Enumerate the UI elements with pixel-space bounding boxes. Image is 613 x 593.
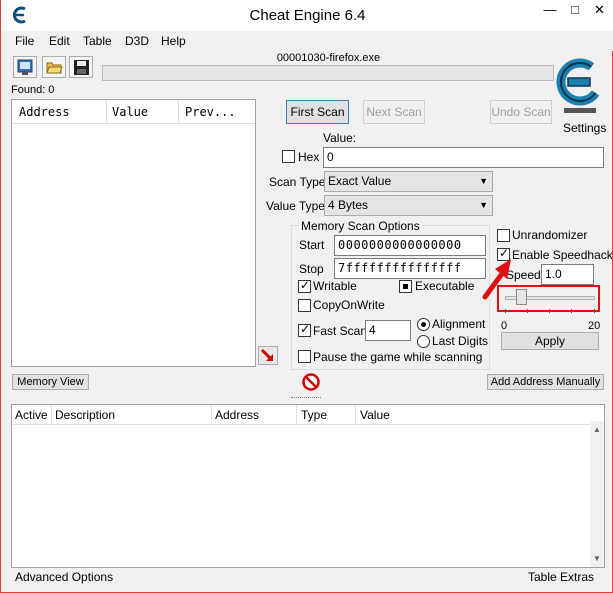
column-value[interactable]: Value [112,105,148,119]
value-label: Value: [323,131,357,145]
hex-label: Hex [298,150,320,164]
main-window: Cheat Engine 6.4 — □ ✕ File Edit Table D… [0,0,613,593]
last-digits-label: Last Digits [432,334,489,348]
annotation-arrow-icon [482,259,511,300]
save-icon [74,60,89,75]
pause-game-label: Pause the game while scanning [313,350,483,364]
settings-logo-icon[interactable] [556,52,604,120]
executable-checkbox[interactable] [399,280,412,293]
value-type-label: Value Type [266,199,325,213]
writable-checkbox[interactable] [298,278,311,293]
title-bar[interactable]: Cheat Engine 6.4 — □ ✕ [1,0,613,31]
column-type[interactable]: Type [301,408,327,422]
status-bar: Advanced Options Table Extras [11,568,605,586]
undo-scan-button[interactable]: Undo Scan [490,100,552,124]
close-button[interactable]: ✕ [585,0,613,22]
unrandomizer-label: Unrandomizer [512,228,588,242]
memory-view-button[interactable]: Memory View [12,374,89,390]
add-address-manually-button[interactable]: Add Address Manually [487,374,604,390]
indeterminate-mark [403,284,408,289]
fast-scan-checkbox[interactable] [298,322,311,337]
start-label: Start [299,238,325,252]
minimize-button[interactable]: — [536,0,564,22]
menu-bar: File Edit Table D3D Help [2,31,613,51]
enable-speedhack-label: Enable Speedhack [512,248,613,262]
memory-scan-options-title: Memory Scan Options [299,219,422,233]
process-name: 00001030-firefox.exe [276,52,381,64]
stop-address-input[interactable]: 7fffffffffffffff [334,258,486,279]
column-active[interactable]: Active [15,408,48,422]
copyonwrite-checkbox[interactable] [298,299,311,312]
alignment-label: Alignment [432,317,486,331]
first-scan-button[interactable]: First Scan [286,100,349,124]
next-scan-button[interactable]: Next Scan [363,100,425,124]
column-address[interactable]: Address [19,105,70,119]
menu-edit[interactable]: Edit [49,34,70,48]
start-address-input[interactable]: 0000000000000000 [334,235,486,256]
results-header: Address Value Prev... [12,100,255,124]
table-extras-link[interactable]: Table Extras [528,570,594,584]
address-table[interactable]: Active Description Address Type Value [11,404,605,568]
value-type-select[interactable]: 4 Bytes ▼ [324,195,493,216]
scroll-up-icon[interactable]: ▲ [593,425,601,434]
settings-label[interactable]: Settings [563,121,606,135]
stop-scan-button[interactable] [302,373,320,391]
no-entry-icon [302,373,320,391]
address-table-header: Active Description Address Type Value [12,405,604,425]
window-title: Cheat Engine 6.4 [249,7,366,24]
scan-type-label: Scan Type [269,175,326,189]
slider-min-label: 0 [501,320,508,332]
save-button[interactable] [69,56,93,78]
scan-type-value: Exact Value [328,174,392,188]
alignment-radio[interactable] [417,318,430,331]
add-to-list-button[interactable] [258,346,278,365]
fast-scan-input[interactable]: 4 [365,320,411,341]
executable-label: Executable [415,279,475,293]
writable-label: Writable [313,279,357,293]
menu-table[interactable]: Table [83,34,112,48]
stop-label: Stop [299,262,324,276]
scroll-down-icon[interactable]: ▼ [593,554,601,563]
chevron-down-icon: ▼ [479,200,488,210]
found-count: Found: 0 [11,84,55,96]
menu-d3d[interactable]: D3D [125,34,149,48]
slider-max-label: 20 [588,320,601,332]
column-value[interactable]: Value [360,408,390,422]
menu-help[interactable]: Help [161,34,186,48]
column-address[interactable]: Address [215,408,259,422]
unrandomizer-checkbox[interactable] [497,229,510,242]
value-type-value: 4 Bytes [328,198,369,212]
open-file-button[interactable] [42,56,66,78]
column-previous[interactable]: Prev... [185,105,236,119]
fast-scan-label: Fast Scan [313,324,368,338]
apply-button[interactable]: Apply [501,332,599,350]
scan-results-list[interactable]: Address Value Prev... [11,99,256,367]
hex-checkbox[interactable] [282,150,295,163]
copyonwrite-label: CopyOnWrite [313,298,385,312]
scan-type-select[interactable]: Exact Value ▼ [324,171,493,192]
chevron-down-icon: ▼ [479,176,488,186]
column-description[interactable]: Description [55,408,115,422]
open-process-icon [17,59,33,75]
splitter-handle[interactable] [291,397,321,401]
menu-file[interactable]: File [15,34,34,48]
advanced-options-link[interactable]: Advanced Options [15,570,113,584]
scan-progress-bar [102,65,554,81]
vertical-scrollbar[interactable]: ▲ ▼ [590,421,604,567]
red-arrow-icon [260,348,274,362]
value-input[interactable]: 0 [323,147,604,168]
pause-game-checkbox[interactable] [298,350,311,363]
open-process-button[interactable] [13,56,37,78]
speed-input[interactable]: 1.0 [541,264,594,285]
open-file-icon [46,62,63,74]
last-digits-radio[interactable] [417,335,430,348]
